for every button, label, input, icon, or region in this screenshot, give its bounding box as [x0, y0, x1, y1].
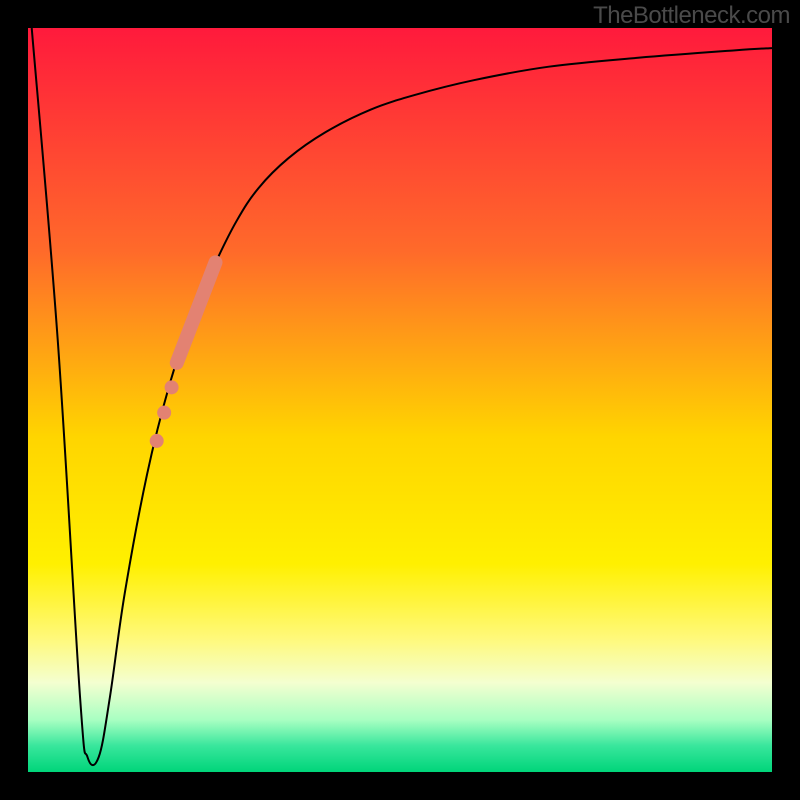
chart-svg [28, 28, 772, 772]
highlight-dots-pt [157, 406, 171, 420]
highlight-dots-pt [150, 434, 164, 448]
gradient-background [28, 28, 772, 772]
plot-area [28, 28, 772, 772]
chart-frame: TheBottleneck.com [0, 0, 800, 800]
highlight-dots-pt [165, 380, 179, 394]
watermark-text: TheBottleneck.com [593, 2, 790, 30]
